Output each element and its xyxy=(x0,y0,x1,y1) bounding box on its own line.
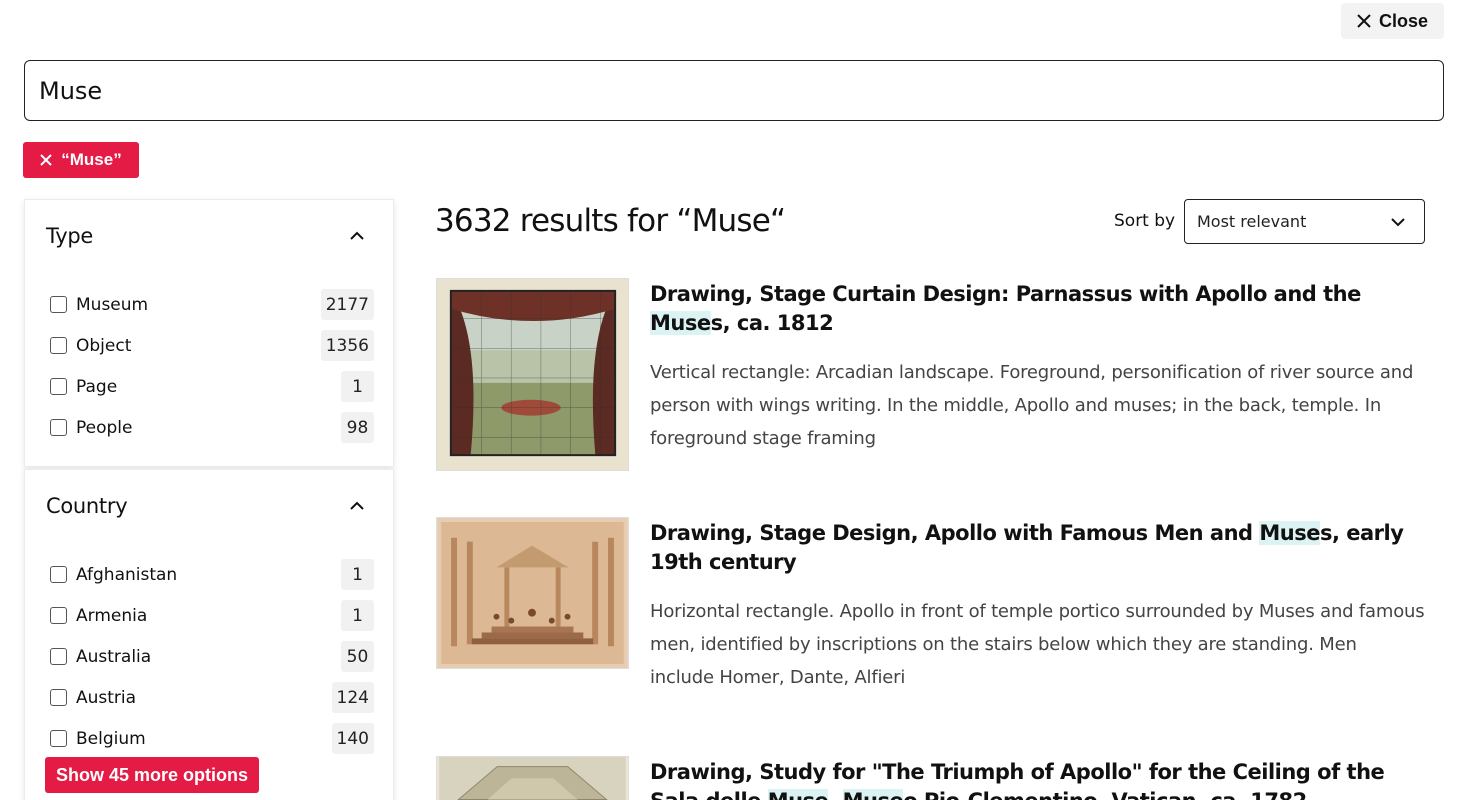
result-title-text: Drawing, Stage Curtain Design: Parnassus… xyxy=(650,282,1361,306)
result-title[interactable]: Drawing, Study for "The Triumph of Apoll… xyxy=(650,758,1410,800)
search-highlight: Muse xyxy=(650,311,711,335)
stage-curtain-drawing-image xyxy=(437,279,628,470)
facet-option-museum[interactable]: Museum 2177 xyxy=(50,284,374,325)
chevron-up-icon[interactable] xyxy=(347,498,367,514)
checkbox[interactable] xyxy=(50,607,67,624)
search-input[interactable] xyxy=(24,60,1444,121)
facet-option-label: Armenia xyxy=(76,605,148,626)
sort-select[interactable]: Most relevant xyxy=(1184,199,1425,244)
stage-design-drawing-image xyxy=(437,518,628,668)
search-highlight: Muse xyxy=(842,789,904,800)
facet-option-count: 50 xyxy=(341,641,374,672)
result-title-text: o Pio-Clementino, Vatican, ca. 1782 xyxy=(903,789,1307,800)
chevron-down-icon xyxy=(1391,218,1405,227)
facet-option-count: 1 xyxy=(341,559,374,590)
facet-option-label: Object xyxy=(76,335,132,356)
results-count-title: 3632 results for “Muse“ xyxy=(435,203,786,239)
checkbox[interactable] xyxy=(50,296,67,313)
checkbox[interactable] xyxy=(50,648,67,665)
facet-option-count: 2177 xyxy=(320,289,374,320)
result-item[interactable]: Drawing, Stage Design, Apollo with Famou… xyxy=(436,517,1426,717)
close-icon xyxy=(1357,14,1371,28)
close-button[interactable]: Close xyxy=(1341,3,1444,39)
ceiling-study-drawing-image xyxy=(439,757,626,800)
result-description: Vertical rectangle: Arcadian landscape. … xyxy=(650,362,1414,449)
show-more-options-button[interactable]: Show 45 more options xyxy=(45,757,259,793)
result-title-text: Drawing, Stage Design, Apollo with Famou… xyxy=(650,521,1260,545)
facet-option-afghanistan[interactable]: Afghanistan 1 xyxy=(50,554,374,595)
facet-option-label: Austria xyxy=(76,687,137,708)
facet-option-count: 1 xyxy=(341,371,374,402)
active-filter-chip[interactable]: “Muse” xyxy=(23,142,139,178)
facet-type: Type Museum 2177 Object 1356 Page 1 Peop… xyxy=(24,199,394,467)
facet-option-australia[interactable]: Australia 50 xyxy=(50,636,374,677)
facet-option-object[interactable]: Object 1356 xyxy=(50,325,374,366)
facet-type-title: Type xyxy=(46,224,94,248)
result-title-text: s, ca. 1812 xyxy=(710,311,834,335)
facet-option-count: 1 xyxy=(341,600,374,631)
facet-option-austria[interactable]: Austria 124 xyxy=(50,677,374,718)
facet-option-label: Museum xyxy=(76,294,149,315)
result-item[interactable]: Drawing, Stage Curtain Design: Parnassus… xyxy=(436,278,1426,478)
checkbox[interactable] xyxy=(50,378,67,395)
facet-option-count: 124 xyxy=(331,682,374,713)
facet-country: Country Afghanistan 1 Armenia 1 Australi… xyxy=(24,469,394,800)
facet-option-count: 1356 xyxy=(320,330,374,361)
remove-filter-icon xyxy=(40,154,52,166)
result-item[interactable]: Drawing, Study for "The Triumph of Apoll… xyxy=(436,756,1426,800)
checkbox[interactable] xyxy=(50,337,67,354)
facet-option-page[interactable]: Page 1 xyxy=(50,366,374,407)
search-highlight: Muse xyxy=(767,789,829,800)
close-button-label: Close xyxy=(1378,10,1429,31)
result-thumbnail[interactable] xyxy=(436,756,629,800)
result-thumbnail[interactable] xyxy=(436,278,629,471)
facet-option-belgium[interactable]: Belgium 140 xyxy=(50,718,374,759)
facet-option-count: 98 xyxy=(341,412,374,443)
sort-label: Sort by xyxy=(1114,211,1176,231)
checkbox[interactable] xyxy=(50,566,67,583)
sort-selected-value: Most relevant xyxy=(1197,212,1307,231)
facet-option-people[interactable]: People 98 xyxy=(50,407,374,448)
facet-option-label: Page xyxy=(76,376,118,397)
checkbox[interactable] xyxy=(50,689,67,706)
result-title-text: , xyxy=(828,789,842,800)
chevron-up-icon[interactable] xyxy=(347,228,367,244)
result-title[interactable]: Drawing, Stage Curtain Design: Parnassus… xyxy=(650,280,1410,338)
facet-option-armenia[interactable]: Armenia 1 xyxy=(50,595,374,636)
facet-option-label: Australia xyxy=(76,646,152,667)
facet-option-count: 140 xyxy=(331,723,374,754)
result-title[interactable]: Drawing, Stage Design, Apollo with Famou… xyxy=(650,519,1410,577)
search-highlight: Muse xyxy=(1259,521,1320,545)
facet-option-label: People xyxy=(76,417,133,438)
result-thumbnail[interactable] xyxy=(436,517,629,669)
facet-option-label: Afghanistan xyxy=(76,564,178,585)
facet-country-options: Afghanistan 1 Armenia 1 Australia 50 Aus… xyxy=(50,554,374,759)
checkbox[interactable] xyxy=(50,419,67,436)
result-description: Horizontal rectangle. Apollo in front of… xyxy=(650,601,1425,688)
facet-option-label: Belgium xyxy=(76,728,146,749)
facet-type-options: Museum 2177 Object 1356 Page 1 People 98 xyxy=(50,284,374,448)
facet-country-title: Country xyxy=(46,494,128,518)
active-filter-label: “Muse” xyxy=(61,150,122,169)
checkbox[interactable] xyxy=(50,730,67,747)
filter-sidebar: Type Museum 2177 Object 1356 Page 1 Peop… xyxy=(24,199,394,800)
